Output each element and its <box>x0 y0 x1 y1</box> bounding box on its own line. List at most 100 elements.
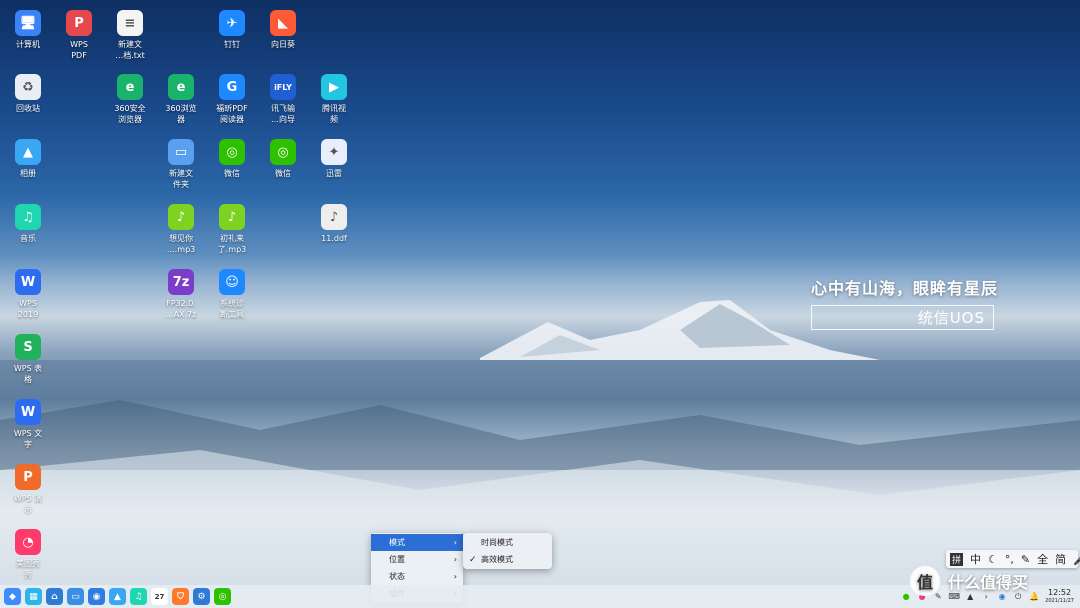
smzdm-logo-icon: 值 <box>910 566 940 596</box>
desktop-icon[interactable]: ◎ 微信 <box>257 135 309 179</box>
desktop-icon[interactable]: S WPS 表 格 <box>2 330 54 385</box>
app-icon: ▭ <box>168 139 194 165</box>
menu-item-status[interactable]: 状态 › <box>371 568 463 585</box>
chevron-right-icon: › <box>453 555 457 564</box>
file-manager-icon[interactable]: ▭ <box>67 588 84 605</box>
desktop-icon-label: 新建文 …档.txt <box>115 40 145 60</box>
app-icon: S <box>15 334 41 360</box>
desktop-icon-label: 福昕PDF 阅读器 <box>216 104 248 124</box>
ime-button[interactable]: 🎤 <box>1073 553 1080 566</box>
desktop-icon-label: 讯飞输 …向导 <box>271 104 295 124</box>
desktop-icon-label: 音乐 <box>20 234 36 243</box>
desktop-icon-label: 微信 <box>275 169 291 178</box>
clock-time: 12:52 <box>1048 587 1072 597</box>
clock[interactable]: 12:52 2021/11/27 <box>1045 588 1074 606</box>
app-icon: e <box>117 74 143 100</box>
desktop-icon[interactable]: ♫ 音乐 <box>2 200 54 244</box>
desktop-icon-label: 新建文 件夹 <box>169 169 193 189</box>
desktop-icon[interactable]: P WPS 演 示 <box>2 460 54 515</box>
brand-logo-box: 统信UOS <box>811 305 994 330</box>
desktop-icon[interactable]: ◎ 微信 <box>206 135 258 179</box>
desktop-icon[interactable]: ✦ 迅雷 <box>308 135 360 179</box>
notification-icon[interactable]: 🔔 <box>1029 592 1039 602</box>
menu-item-fashion-mode[interactable]: 时尚模式 <box>463 534 552 551</box>
desktop-icon-label: 微信 <box>224 169 240 178</box>
ime-button[interactable]: ✎ <box>1021 553 1030 566</box>
browser-icon[interactable]: ◉ <box>88 588 105 605</box>
app-icon: W <box>15 399 41 425</box>
desktop-icon-label: 回收站 <box>16 104 40 113</box>
desktop-icon-label: WPS PDF <box>70 40 88 60</box>
desktop-icon[interactable]: e 360浏览 器 <box>155 70 207 125</box>
desktop-icon[interactable]: ♪ 初礼来 了.mp3 <box>206 200 258 255</box>
app-icon: ▲ <box>15 139 41 165</box>
app-icon: ☺ <box>219 269 245 295</box>
desktop-icon[interactable]: ♪ 想见你 ….mp3 <box>155 200 207 255</box>
photos-icon[interactable]: ▲ <box>109 588 126 605</box>
app-icon: iFLY <box>270 74 296 100</box>
app-icon: ✈ <box>219 10 245 36</box>
app-icon: ♪ <box>321 204 347 230</box>
chevron-right-icon: › <box>453 538 457 547</box>
multitask-icon[interactable]: ▦ <box>25 588 42 605</box>
wechat-icon[interactable]: ◎ <box>214 588 231 605</box>
menu-item-mode[interactable]: 模式 › <box>371 534 463 551</box>
menu-item-efficient-mode[interactable]: ✓ 高效模式 <box>463 551 552 568</box>
app-icon: e <box>168 74 194 100</box>
desktop-icon[interactable]: e 360安全 浏览器 <box>104 70 156 125</box>
smzdm-watermark: 值 什么值得买 <box>910 566 1028 596</box>
calendar-icon[interactable]: 27 <box>151 588 168 605</box>
desktop-icon-label: FP32.0. …AX.7z <box>165 299 197 319</box>
desktop-icon-label: 向日葵 <box>271 40 295 49</box>
desktop-icon-label: 钉钉 <box>224 40 240 49</box>
desktop-icon[interactable]: 7z FP32.0. …AX.7z <box>155 265 207 320</box>
app-icon: ♻ <box>15 74 41 100</box>
desktop-icon[interactable]: 🖥 计算机 <box>2 6 54 50</box>
home-icon[interactable]: ⌂ <box>46 588 63 605</box>
settings-icon[interactable]: ⚙ <box>193 588 210 605</box>
menu-item-label: 状态 <box>389 572 405 581</box>
ime-button[interactable]: 中 <box>970 551 981 567</box>
menu-item-label: 模式 <box>389 538 405 547</box>
desktop-icon-label: WPS 文 字 <box>13 429 43 449</box>
app-store-icon[interactable]: ⛉ <box>172 588 189 605</box>
desktop-icon[interactable]: W WPS 2019 <box>2 265 54 320</box>
ime-button[interactable]: 全 <box>1037 551 1048 567</box>
launcher-icon[interactable]: ◆ <box>4 588 21 605</box>
desktop-icon[interactable]: ◣ 向日葵 <box>257 6 309 50</box>
ime-button[interactable]: ☾ <box>988 553 998 566</box>
mode-submenu: 时尚模式 ✓ 高效模式 <box>463 533 552 569</box>
ime-button[interactable]: 简 <box>1055 551 1066 567</box>
app-icon: 7z <box>168 269 194 295</box>
desktop-icon[interactable]: ☺ 系统诊 断工具 <box>206 265 258 320</box>
ime-button[interactable]: °, <box>1005 553 1014 566</box>
ime-button[interactable]: 拼 <box>950 552 964 566</box>
desktop-icon[interactable]: ♪ 11.ddf <box>308 200 360 244</box>
desktop-icon-label: 360浏览 器 <box>165 104 197 124</box>
desktop-icon[interactable]: ▲ 相册 <box>2 135 54 179</box>
menu-item-label: 位置 <box>389 555 405 564</box>
desktop-icon-label: 想见你 ….mp3 <box>166 234 196 254</box>
checkmark-icon: ✓ <box>469 554 477 565</box>
desktop-icon[interactable]: W WPS 文 字 <box>2 395 54 450</box>
app-icon: ♫ <box>15 204 41 230</box>
desktop-icon[interactable]: G 福昕PDF 阅读器 <box>206 70 258 125</box>
desktop-icon[interactable]: ✈ 钉钉 <box>206 6 258 50</box>
app-icon: ◎ <box>219 139 245 165</box>
desktop-icon[interactable]: ♻ 回收站 <box>2 70 54 114</box>
desktop-icon[interactable]: ▭ 新建文 件夹 <box>155 135 207 190</box>
desktop-icon[interactable]: iFLY 讯飞输 …向导 <box>257 70 309 125</box>
app-icon: W <box>15 269 41 295</box>
app-icon: 🖥 <box>15 10 41 36</box>
desktop-icon-label: 11.ddf <box>321 234 347 243</box>
app-icon: ♪ <box>219 204 245 230</box>
desktop-icon[interactable]: ≡ 新建文 …档.txt <box>104 6 156 61</box>
watermark-text: 什么值得买 <box>948 573 1029 592</box>
desktop-icon-label: WPS 表 格 <box>13 364 43 384</box>
desktop-icon[interactable]: ▶ 腾讯视 频 <box>308 70 360 125</box>
desktop-icon[interactable]: P WPS PDF <box>53 6 105 61</box>
menu-item-position[interactable]: 位置 › <box>371 551 463 568</box>
music-icon[interactable]: ♫ <box>130 588 147 605</box>
app-icon: ◎ <box>270 139 296 165</box>
desktop-icon[interactable]: ◔ 美图秀 秀 <box>2 525 54 580</box>
